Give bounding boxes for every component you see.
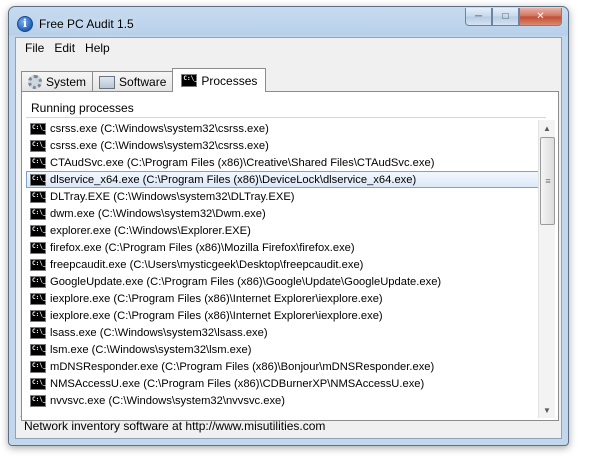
processes-panel: Running processes C:\_ csrss.exe (C:\Wind…: [21, 91, 559, 421]
process-label: iexplore.exe (C:\Program Files (x86)\Int…: [50, 292, 383, 305]
close-button[interactable]: ✕: [519, 8, 562, 26]
process-row[interactable]: C:\_ dlservice_x64.exe (C:\Program Files …: [26, 171, 541, 188]
process-label: firefox.exe (C:\Program Files (x86)\Mozi…: [50, 241, 355, 254]
process-row[interactable]: C:\_ explorer.exe (C:\Windows\Explorer.EX…: [26, 222, 541, 239]
process-row[interactable]: C:\_ dwm.exe (C:\Windows\system32\Dwm.exe…: [26, 205, 541, 222]
app-window: i Free PC Audit 1.5 ─ □ ✕ File Edit Help…: [8, 6, 569, 446]
process-row[interactable]: C:\_ iexplore.exe (C:\Program Files (x86)…: [26, 290, 541, 307]
process-row[interactable]: C:\_ csrss.exe (C:\Windows\system32\csrss…: [26, 120, 541, 137]
tab-label: System: [46, 75, 87, 89]
maximize-button[interactable]: □: [492, 8, 519, 26]
info-icon: i: [17, 16, 33, 32]
process-label: DLTray.EXE (C:\Windows\system32\DLTray.E…: [50, 190, 295, 203]
cmd-icon: C:\_: [30, 241, 46, 254]
cmd-icon: C:\_: [30, 156, 46, 169]
cmd-icon: C:\_: [30, 275, 46, 288]
caption-buttons: ─ □ ✕: [465, 8, 562, 26]
process-row[interactable]: C:\_ csrss.exe (C:\Windows\system32\csrss…: [26, 137, 541, 154]
process-label: lsass.exe (C:\Windows\system32\lsass.exe…: [50, 326, 268, 339]
tab-system[interactable]: System: [21, 71, 94, 92]
cmd-icon: C:\_: [181, 74, 198, 87]
cmd-icon: C:\_: [30, 190, 46, 203]
cmd-icon: C:\_: [30, 394, 46, 407]
menu-edit[interactable]: Edit: [49, 38, 80, 58]
process-label: GoogleUpdate.exe (C:\Program Files (x86)…: [50, 275, 442, 288]
process-row[interactable]: C:\_ lsass.exe (C:\Windows\system32\lsass…: [26, 324, 541, 341]
cmd-icon: C:\_: [30, 224, 46, 237]
cmd-icon: C:\_: [30, 309, 46, 322]
process-row[interactable]: C:\_ freepcaudit.exe (C:\Users\mysticgeek…: [26, 256, 541, 273]
cmd-icon: C:\_: [30, 326, 46, 339]
vertical-scrollbar[interactable]: ▲ ≡ ▼: [538, 120, 555, 418]
process-label: lsm.exe (C:\Windows\system32\lsm.exe): [50, 343, 252, 356]
tab-processes[interactable]: C:\_ Processes: [172, 68, 267, 92]
process-list[interactable]: C:\_ csrss.exe (C:\Windows\system32\csrss…: [26, 120, 541, 418]
process-row[interactable]: C:\_ firefox.exe (C:\Program Files (x86)\…: [26, 239, 541, 256]
gear-icon: [28, 75, 42, 89]
process-row[interactable]: C:\_ DLTray.EXE (C:\Windows\system32\DLTr…: [26, 188, 541, 205]
process-label: freepcaudit.exe (C:\Users\mysticgeek\Des…: [50, 258, 364, 271]
scroll-up-arrow-icon[interactable]: ▲: [539, 120, 555, 136]
process-label: explorer.exe (C:\Windows\Explorer.EXE): [50, 224, 251, 237]
cmd-icon: C:\_: [30, 139, 46, 152]
cmd-icon: C:\_: [30, 360, 46, 373]
process-row[interactable]: C:\_ lsm.exe (C:\Windows\system32\lsm.exe…: [26, 341, 541, 358]
tab-label: Processes: [201, 73, 258, 88]
tab-strip: System Software C:\_ Processes: [21, 68, 267, 92]
scroll-down-arrow-icon[interactable]: ▼: [539, 402, 555, 418]
cmd-icon: C:\_: [30, 343, 46, 356]
list-header: Running processes: [26, 98, 546, 118]
process-label: mDNSResponder.exe (C:\Program Files (x86…: [50, 360, 435, 373]
cmd-icon: C:\_: [30, 122, 46, 135]
process-label: NMSAccessU.exe (C:\Program Files (x86)\C…: [50, 377, 425, 390]
menu-file[interactable]: File: [20, 38, 49, 58]
process-row[interactable]: C:\_ CTAudSvc.exe (C:\Program Files (x86)…: [26, 154, 541, 171]
title-bar[interactable]: i Free PC Audit 1.5 ─ □ ✕: [9, 7, 568, 37]
menu-help[interactable]: Help: [80, 38, 115, 58]
process-label: csrss.exe (C:\Windows\system32\csrss.exe…: [50, 139, 269, 152]
cmd-icon: C:\_: [30, 173, 46, 186]
tab-software[interactable]: Software: [92, 71, 174, 92]
cmd-icon: C:\_: [30, 377, 46, 390]
process-row[interactable]: C:\_ iexplore.exe (C:\Program Files (x86)…: [26, 307, 541, 324]
menu-bar: File Edit Help: [16, 38, 561, 58]
process-label: dwm.exe (C:\Windows\system32\Dwm.exe): [50, 207, 266, 220]
cmd-icon: C:\_: [30, 258, 46, 271]
cmd-icon: C:\_: [30, 207, 46, 220]
cmd-icon: C:\_: [30, 292, 46, 305]
scroll-thumb[interactable]: ≡: [540, 137, 555, 225]
process-row[interactable]: C:\_ NMSAccessU.exe (C:\Program Files (x8…: [26, 375, 541, 392]
monitor-icon: [99, 75, 116, 89]
process-row[interactable]: C:\_ nvvsvc.exe (C:\Windows\system32\nvvs…: [26, 392, 541, 409]
process-label: dlservice_x64.exe (C:\Program Files (x86…: [50, 173, 417, 186]
process-label: iexplore.exe (C:\Program Files (x86)\Int…: [50, 309, 383, 322]
process-label: csrss.exe (C:\Windows\system32\csrss.exe…: [50, 122, 269, 135]
minimize-button[interactable]: ─: [465, 8, 492, 26]
client-area: File Edit Help System Software C:\_ Proc…: [15, 37, 562, 439]
process-row[interactable]: C:\_ mDNSResponder.exe (C:\Program Files …: [26, 358, 541, 375]
tab-label: Software: [119, 75, 167, 89]
window-title: Free PC Audit 1.5: [39, 17, 134, 31]
process-row[interactable]: C:\_ GoogleUpdate.exe (C:\Program Files (…: [26, 273, 541, 290]
process-label: CTAudSvc.exe (C:\Program Files (x86)\Cre…: [50, 156, 435, 169]
process-label: nvvsvc.exe (C:\Windows\system32\nvvsvc.e…: [50, 394, 286, 407]
